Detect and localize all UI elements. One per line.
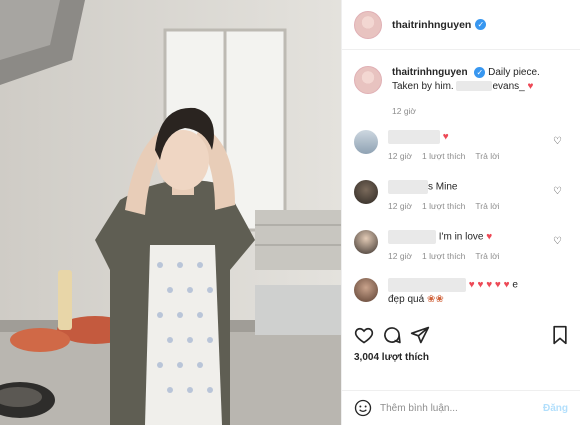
redacted-username (388, 130, 440, 144)
comment-likes[interactable]: 1 lượt thích (422, 251, 465, 261)
comment-avatar[interactable] (354, 130, 378, 154)
heart-emoji-icon: ♥ (527, 81, 534, 92)
post-photo[interactable] (0, 0, 341, 425)
header-username[interactable]: thaitrinhnguyen (392, 19, 471, 31)
comments-list[interactable]: thaitrinhnguyen ✓ Daily piece. Taken by … (342, 50, 580, 320)
comment-row: I'm in love ♥ 12 giờ 1 lượt thích Trả lời … (354, 230, 574, 261)
share-icon[interactable] (410, 325, 430, 345)
avatar[interactable] (354, 10, 382, 39)
caption-verified-icon: ✓ (474, 66, 486, 78)
caption-username[interactable]: thaitrinhnguyen (392, 67, 468, 78)
comment-input[interactable] (380, 402, 530, 414)
like-heart-icon[interactable] (354, 325, 374, 345)
heart-emoji-icon: ♥ (486, 231, 493, 243)
emoji-icon[interactable] (354, 399, 372, 417)
action-bar (354, 325, 569, 349)
caption-time: 12 giờ (392, 106, 417, 116)
redacted-mention (456, 81, 493, 92)
comment-avatar[interactable] (354, 180, 378, 204)
comment-time: 12 giờ (388, 150, 413, 161)
comment-suffix: e (512, 279, 518, 291)
instagram-post: thaitrinhnguyen ✓ thaitrinhnguyen ✓ Dail… (0, 0, 580, 425)
comment-row: ♥ ♥ ♥ ♥ ♥ e đẹp quá ❀❀ (354, 278, 574, 307)
like-comment-icon[interactable]: ♡ (553, 236, 562, 247)
like-comment-icon[interactable]: ♡ (553, 136, 562, 147)
comment-likes[interactable]: 1 lượt thích (422, 201, 465, 211)
caption-text: thaitrinhnguyen ✓ Daily piece. Taken by … (392, 66, 568, 118)
caption-mention-suffix[interactable]: evans_ (492, 81, 524, 92)
post-header: thaitrinhnguyen ✓ (342, 0, 580, 50)
comment-likes[interactable]: 1 lượt thích (422, 151, 465, 161)
redacted-username (388, 278, 466, 292)
heart-emoji-icon: ♥ (442, 131, 449, 143)
comment-avatar[interactable] (354, 230, 378, 254)
caption-avatar[interactable] (354, 66, 382, 94)
redacted-username (388, 180, 428, 194)
bookmark-icon[interactable] (551, 325, 569, 345)
comment-icon[interactable] (382, 325, 402, 345)
comment-hearts: ♥ ♥ ♥ ♥ ♥ (468, 279, 510, 291)
comment-text: I'm in love (438, 231, 484, 243)
verified-icon: ✓ (475, 19, 487, 30)
add-comment-bar: Đăng (342, 390, 580, 425)
like-comment-icon[interactable]: ♡ (553, 186, 562, 197)
comment-time: 12 giờ (388, 200, 413, 211)
comment-row: ♥ 12 giờ 1 lượt thích Trả lời ♡ (354, 130, 574, 161)
comment-avatar[interactable] (354, 278, 378, 302)
redacted-username (388, 230, 436, 244)
comment-text: s Mine (428, 181, 458, 193)
comment-time: 12 giờ (388, 250, 413, 261)
reply-button[interactable]: Trả lời (475, 251, 499, 261)
likes-count[interactable]: 3,004 lượt thích (354, 352, 429, 363)
post-comment-button[interactable]: Đăng (543, 403, 568, 414)
reply-button[interactable]: Trả lời (475, 201, 499, 211)
rose-emoji-icon: ❀❀ (426, 293, 444, 305)
reply-button[interactable]: Trả lời (475, 151, 499, 161)
comment-row: s Mine 12 giờ 1 lượt thích Trả lời ♡ (354, 180, 574, 211)
post-sidebar: thaitrinhnguyen ✓ thaitrinhnguyen ✓ Dail… (341, 0, 580, 425)
comment-text: đẹp quá (388, 293, 425, 305)
caption: thaitrinhnguyen ✓ Daily piece. Taken by … (342, 50, 580, 118)
photo-illustration (0, 0, 341, 425)
